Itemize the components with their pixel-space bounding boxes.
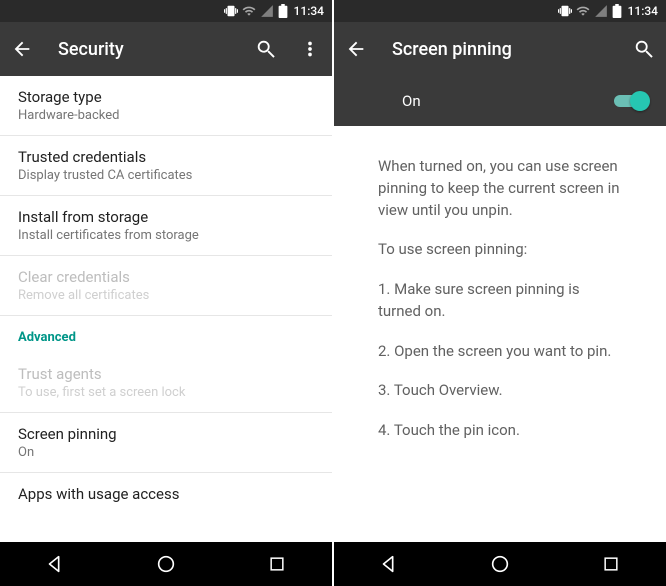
desc-p2: To use screen pinning: bbox=[378, 239, 622, 261]
toggle-row[interactable]: On bbox=[334, 76, 666, 126]
section-advanced: Advanced bbox=[0, 316, 332, 353]
status-bar: 11:34 bbox=[334, 0, 666, 22]
app-bar: Security bbox=[0, 22, 332, 76]
desc-p5: 3. Touch Overview. bbox=[378, 380, 622, 402]
nav-bar bbox=[0, 542, 332, 586]
screen-pinning-screen: 11:34 Screen pinning On When turned on, … bbox=[334, 0, 666, 586]
battery-icon bbox=[278, 4, 288, 18]
signal-icon bbox=[260, 4, 274, 18]
item-clear-credentials: Clear credentials Remove all certificate… bbox=[0, 256, 332, 316]
item-storage-type[interactable]: Storage type Hardware-backed bbox=[0, 76, 332, 136]
app-bar: Screen pinning bbox=[334, 22, 666, 76]
page-title: Screen pinning bbox=[392, 39, 608, 60]
status-time: 11:34 bbox=[294, 4, 324, 18]
item-trusted-credentials[interactable]: Trusted credentials Display trusted CA c… bbox=[0, 136, 332, 196]
wifi-icon bbox=[242, 4, 256, 18]
nav-back-icon[interactable] bbox=[375, 550, 403, 578]
desc-p1: When turned on, you can use screen pinni… bbox=[378, 156, 622, 221]
description: When turned on, you can use screen pinni… bbox=[334, 126, 666, 542]
nav-back-icon[interactable] bbox=[41, 550, 69, 578]
wifi-icon bbox=[576, 4, 590, 18]
back-icon[interactable] bbox=[10, 37, 34, 61]
nav-bar bbox=[334, 542, 666, 586]
toggle-switch[interactable] bbox=[614, 92, 648, 110]
item-screen-pinning[interactable]: Screen pinning On bbox=[0, 413, 332, 473]
nav-home-icon[interactable] bbox=[152, 550, 180, 578]
status-bar: 11:34 bbox=[0, 0, 332, 22]
search-icon[interactable] bbox=[632, 37, 656, 61]
item-trust-agents: Trust agents To use, first set a screen … bbox=[0, 353, 332, 413]
search-icon[interactable] bbox=[254, 37, 278, 61]
item-apps-usage-access[interactable]: Apps with usage access bbox=[0, 473, 332, 515]
security-settings-screen: 11:34 Security Storage type Hardware-bac… bbox=[0, 0, 332, 586]
desc-p3: 1. Make sure screen pinning is turned on… bbox=[378, 279, 622, 323]
toggle-label: On bbox=[402, 92, 614, 110]
overflow-icon[interactable] bbox=[298, 37, 322, 61]
vibrate-icon bbox=[558, 4, 572, 18]
desc-p4: 2. Open the screen you want to pin. bbox=[378, 341, 622, 363]
status-time: 11:34 bbox=[628, 4, 658, 18]
signal-icon bbox=[594, 4, 608, 18]
item-install-from-storage[interactable]: Install from storage Install certificate… bbox=[0, 196, 332, 256]
nav-home-icon[interactable] bbox=[486, 550, 514, 578]
nav-overview-icon[interactable] bbox=[263, 550, 291, 578]
vibrate-icon bbox=[224, 4, 238, 18]
settings-list: Storage type Hardware-backed Trusted cre… bbox=[0, 76, 332, 542]
nav-overview-icon[interactable] bbox=[597, 550, 625, 578]
desc-p6: 4. Touch the pin icon. bbox=[378, 420, 622, 442]
page-title: Security bbox=[58, 39, 230, 60]
battery-icon bbox=[612, 4, 622, 18]
back-icon[interactable] bbox=[344, 37, 368, 61]
